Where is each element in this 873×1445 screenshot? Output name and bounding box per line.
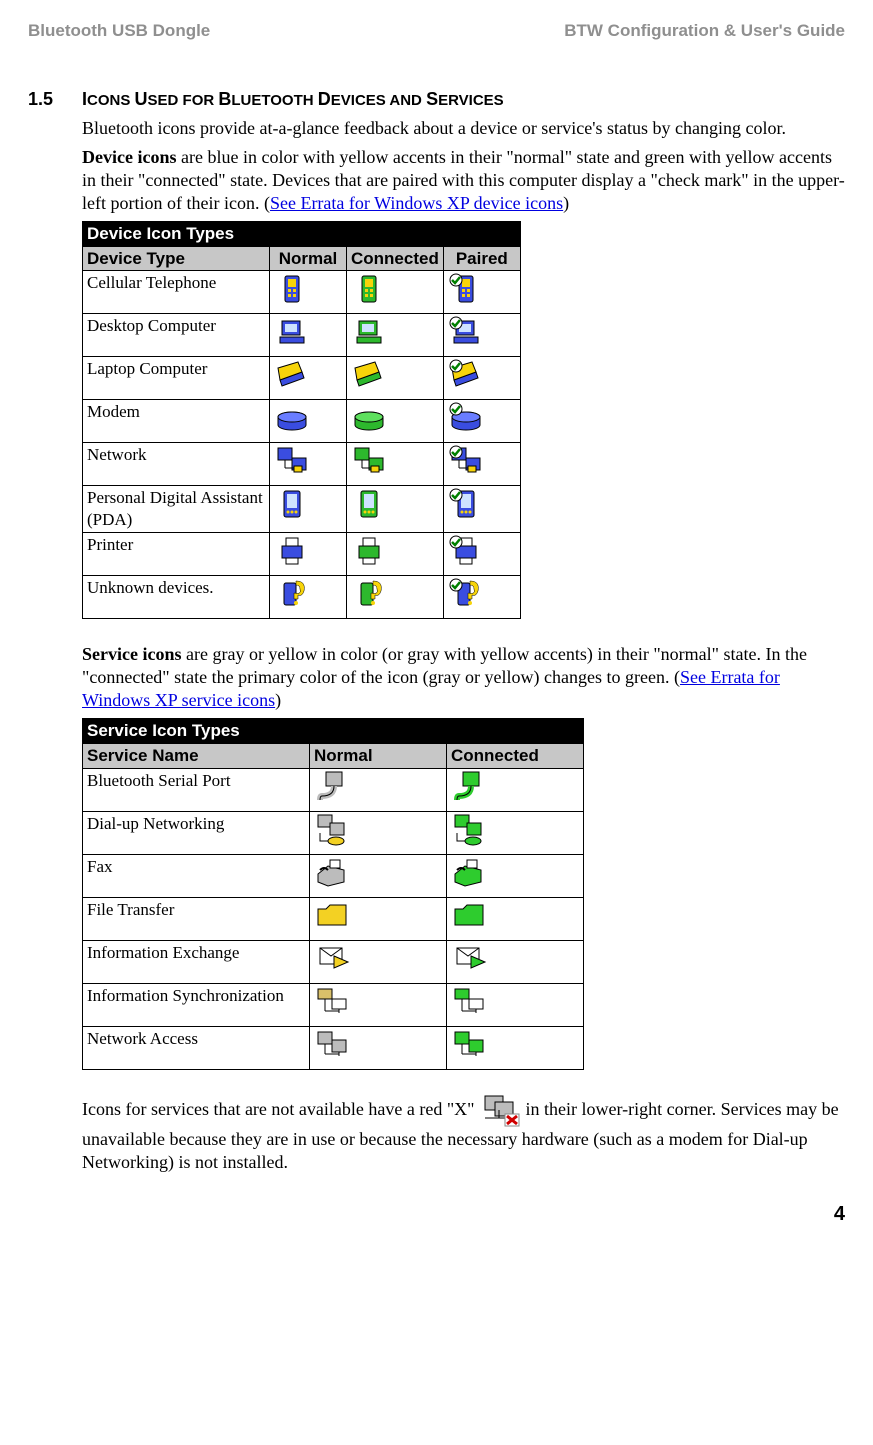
table-row: Bluetooth Serial Port [83,768,584,811]
service-icons-lead: Service icons [82,644,181,664]
device-normal-icon [270,486,347,533]
device-header-2: Connected [347,246,444,271]
device-type-cell: Laptop Computer [83,357,270,400]
device-paired-icon [443,271,520,314]
device-normal-icon [270,314,347,357]
device-connected-icon [347,314,444,357]
device-icons-close: ) [563,193,569,213]
device-connected-icon [347,575,444,618]
unavailable-paragraph: Icons for services that are not availabl… [82,1094,845,1174]
device-icons-paragraph: Device icons are blue in color with yell… [82,146,845,215]
device-paired-icon [443,575,520,618]
table-row: Laptop Computer [83,357,521,400]
device-type-cell: Network [83,443,270,486]
table-row: Information Synchronization [83,983,584,1026]
device-type-cell: Printer [83,532,270,575]
device-connected-icon [347,400,444,443]
device-normal-icon [270,575,347,618]
service-normal-icon [310,897,447,940]
service-name-cell: Bluetooth Serial Port [83,768,310,811]
device-icons-lead: Device icons [82,147,176,167]
service-normal-icon [310,768,447,811]
table-row: Information Exchange [83,940,584,983]
service-table-title: Service Icon Types [83,719,584,744]
table-row: Network Access [83,1026,584,1069]
service-normal-icon [310,940,447,983]
device-type-cell: Cellular Telephone [83,271,270,314]
device-normal-icon [270,532,347,575]
device-paired-icon [443,357,520,400]
service-normal-icon [310,983,447,1026]
device-connected-icon [347,443,444,486]
device-header-1: Normal [270,246,347,271]
table-row: Network [83,443,521,486]
device-type-cell: Modem [83,400,270,443]
device-type-cell: Personal Digital Assistant (PDA) [83,486,270,533]
device-connected-icon [347,486,444,533]
service-name-cell: Network Access [83,1026,310,1069]
device-normal-icon [270,443,347,486]
table-row: Printer [83,532,521,575]
table-row: Desktop Computer [83,314,521,357]
service-header-0: Service Name [83,743,310,768]
device-paired-icon [443,314,520,357]
device-normal-icon [270,271,347,314]
service-normal-icon [310,811,447,854]
service-connected-icon [447,1026,584,1069]
service-header-2: Connected [447,743,584,768]
table-row: File Transfer [83,897,584,940]
service-connected-icon [447,768,584,811]
service-name-cell: Information Exchange [83,940,310,983]
service-name-cell: Dial-up Networking [83,811,310,854]
service-icon-table: Service Icon Types Service Name Normal C… [82,718,584,1070]
service-name-cell: File Transfer [83,897,310,940]
device-connected-icon [347,532,444,575]
device-connected-icon [347,271,444,314]
device-header-3: Paired [443,246,520,271]
device-paired-icon [443,400,520,443]
intro-paragraph: Bluetooth icons provide at-a-glance feed… [82,117,845,140]
table-row: Unknown devices. [83,575,521,618]
section-title: ICONS USED FOR BLUETOOTH DEVICES AND SER… [28,88,845,111]
service-name-cell: Information Synchronization [83,983,310,1026]
device-normal-icon [270,400,347,443]
table-row: Modem [83,400,521,443]
service-connected-icon [447,811,584,854]
device-normal-icon [270,357,347,400]
header-left: Bluetooth USB Dongle [28,20,210,42]
service-connected-icon [447,983,584,1026]
device-table-title: Device Icon Types [83,221,521,246]
device-paired-icon [443,443,520,486]
service-connected-icon [447,940,584,983]
device-connected-icon [347,357,444,400]
device-errata-link[interactable]: See Errata for Windows XP device icons [270,193,563,213]
header-right: BTW Configuration & User's Guide [564,20,845,42]
device-type-cell: Unknown devices. [83,575,270,618]
device-paired-icon [443,532,520,575]
section-heading-row: 1.5 ICONS USED FOR BLUETOOTH DEVICES AND… [28,88,845,111]
unavail-pre: Icons for services that are not availabl… [82,1099,479,1119]
page-header: Bluetooth USB Dongle BTW Configuration &… [28,20,845,42]
service-icons-close: ) [275,690,281,710]
page-number: 4 [28,1202,845,1228]
table-row: Personal Digital Assistant (PDA) [83,486,521,533]
table-row: Dial-up Networking [83,811,584,854]
section-number: 1.5 [28,88,82,111]
device-paired-icon [443,486,520,533]
service-normal-icon [310,1026,447,1069]
service-connected-icon [447,854,584,897]
table-row: Cellular Telephone [83,271,521,314]
unavailable-service-icon [479,1094,521,1128]
service-icons-paragraph: Service icons are gray or yellow in colo… [82,643,845,712]
service-name-cell: Fax [83,854,310,897]
service-connected-icon [447,897,584,940]
device-header-0: Device Type [83,246,270,271]
device-icon-table: Device Icon Types Device Type Normal Con… [82,221,521,619]
table-row: Fax [83,854,584,897]
service-normal-icon [310,854,447,897]
device-type-cell: Desktop Computer [83,314,270,357]
service-header-1: Normal [310,743,447,768]
